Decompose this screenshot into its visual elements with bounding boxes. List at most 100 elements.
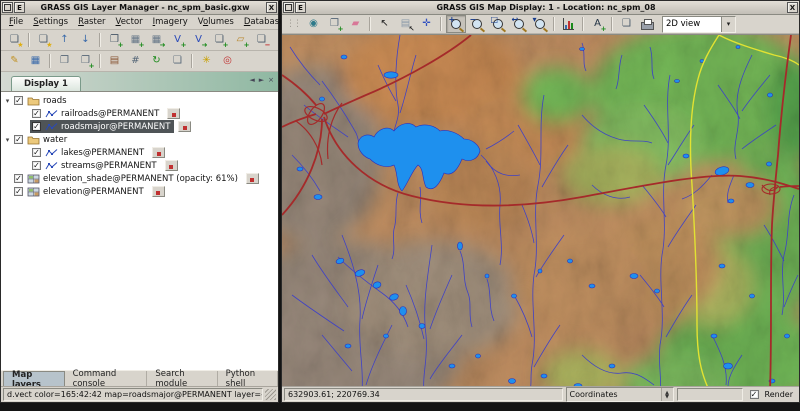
add-raster-misc-layer-icon[interactable]: ▦➜: [147, 31, 167, 49]
layer-options-button[interactable]: [152, 186, 165, 197]
render-checkbox[interactable]: ✓: [750, 390, 759, 399]
layer-options-button[interactable]: [165, 160, 178, 171]
layer-options-button[interactable]: [152, 147, 165, 158]
add-group-icon[interactable]: ▱+: [231, 31, 251, 49]
layer-checkbox[interactable]: ✓: [14, 187, 23, 196]
toolbar-grip-icon[interactable]: ⋮⋮: [286, 19, 300, 29]
zoom-selection-icon[interactable]: □: [488, 15, 508, 33]
layer-checkbox[interactable]: ✓: [32, 109, 41, 118]
cartographic-composer-icon[interactable]: ❏: [168, 52, 188, 70]
layer-options-button[interactable]: [178, 121, 191, 132]
import-vector-icon[interactable]: ❐+: [76, 52, 96, 70]
layer-checkbox[interactable]: ✓: [14, 174, 23, 183]
tree-row-content[interactable]: ✓roads: [12, 94, 71, 107]
analyze-icon[interactable]: [559, 15, 579, 33]
print-display-icon[interactable]: [638, 15, 658, 33]
edit-vector-icon[interactable]: ✎: [5, 52, 25, 70]
zoom-out-icon[interactable]: −: [467, 15, 487, 33]
zoom-options-icon[interactable]: ▾: [530, 15, 550, 33]
view-mode-dropdown[interactable]: 2D view▾: [662, 16, 736, 33]
tree-group-row[interactable]: ▾✓roads: [1, 94, 278, 107]
load-workspace-icon[interactable]: ↑: [55, 31, 75, 49]
zoom-in-icon[interactable]: +: [446, 15, 466, 33]
help-icon[interactable]: ◎: [218, 52, 238, 70]
add-raster-layer-icon[interactable]: ▦+: [126, 31, 146, 49]
tree-layer-row[interactable]: ✓streams@PERMANENT: [1, 159, 278, 172]
tab-display-1[interactable]: Display 1: [11, 76, 81, 91]
menu-file[interactable]: File: [4, 16, 28, 28]
icon-badge: +: [118, 42, 124, 49]
menu-vector[interactable]: Vector: [111, 16, 148, 28]
tab-search-module[interactable]: Search module: [147, 371, 217, 386]
add-command-layer-icon[interactable]: ❏+: [210, 31, 230, 49]
georectify-icon[interactable]: #: [126, 52, 146, 70]
tab-command-console[interactable]: Command console: [65, 371, 148, 386]
layer-checkbox[interactable]: ✓: [32, 122, 41, 131]
pan-icon[interactable]: ✛: [417, 15, 437, 33]
tree-row-content[interactable]: ✓streams@PERMANENT: [30, 159, 161, 172]
tree-row-content[interactable]: ✓water: [12, 133, 71, 146]
open-workspace-icon[interactable]: ❏★: [34, 31, 54, 49]
remove-layer-icon[interactable]: ❏−: [252, 31, 272, 49]
layer-options-button[interactable]: [167, 108, 180, 119]
render-toggle[interactable]: ✓ Render: [746, 390, 797, 399]
menu-settings[interactable]: Settings: [28, 16, 73, 28]
attribute-table-icon[interactable]: ▦: [26, 52, 46, 70]
tree-layer-row[interactable]: ✓roadsmajor@PERMANENT: [1, 120, 278, 133]
new-workspace-icon[interactable]: ❏★: [5, 31, 25, 49]
tree-layer-row[interactable]: ✓elevation@PERMANENT: [1, 185, 278, 198]
query-icon[interactable]: ▤↖: [396, 15, 416, 33]
tree-row-content[interactable]: ✓roadsmajor@PERMANENT: [30, 120, 174, 133]
render-map-icon[interactable]: ❐+: [325, 15, 345, 33]
menu-raster[interactable]: Raster: [73, 16, 110, 28]
pointer-icon[interactable]: ↖: [375, 15, 395, 33]
menu-imagery[interactable]: Imagery: [148, 16, 193, 28]
erase-display-icon[interactable]: ▰: [346, 15, 366, 33]
menu-volumes[interactable]: Volumes: [193, 16, 239, 28]
tab-scroll-left-icon[interactable]: ◄: [249, 76, 254, 84]
tab-map-layers[interactable]: Map layers: [3, 371, 65, 386]
zoom-back-icon[interactable]: ↩: [509, 15, 529, 33]
save-display-icon[interactable]: ❏: [617, 15, 637, 33]
tree-row-content[interactable]: ✓elevation@PERMANENT: [12, 185, 148, 198]
tree-row-content[interactable]: ✓lakes@PERMANENT: [30, 146, 148, 159]
display-map-icon[interactable]: ◉: [304, 15, 324, 33]
spinner-icon[interactable]: ▲▼: [661, 388, 673, 401]
tree-layer-row[interactable]: ✓lakes@PERMANENT: [1, 146, 278, 159]
expander-icon[interactable]: ▾: [3, 97, 12, 105]
close-icon[interactable]: X: [266, 2, 277, 13]
tree-layer-row[interactable]: ✓elevation_shade@PERMANENT (opacity: 61%…: [1, 172, 278, 185]
wm-menu-icon[interactable]: [2, 2, 13, 13]
layer-checkbox[interactable]: ✓: [32, 161, 41, 170]
tab-close-icon[interactable]: ×: [268, 76, 274, 84]
layer-checkbox[interactable]: ✓: [14, 135, 23, 144]
map-canvas[interactable]: [282, 35, 799, 386]
tree-layer-row[interactable]: ✓railroads@PERMANENT: [1, 107, 278, 120]
tab-python-shell[interactable]: Python shell: [218, 371, 278, 386]
map-display-titlebar[interactable]: E GRASS GIS Map Display: 1 - Location: n…: [282, 1, 799, 15]
add-vector-misc-layer-icon[interactable]: V➜: [189, 31, 209, 49]
tab-scroll-right-icon[interactable]: ►: [259, 76, 264, 84]
tree-row-content[interactable]: ✓railroads@PERMANENT: [30, 107, 163, 120]
save-workspace-icon[interactable]: ↓: [76, 31, 96, 49]
graphical-modeler-icon[interactable]: ↻: [147, 52, 167, 70]
dropdown-arrow-icon[interactable]: ▾: [721, 17, 735, 32]
layer-options-button[interactable]: [246, 173, 259, 184]
resize-grip[interactable]: [265, 389, 276, 400]
layer-checkbox[interactable]: ✓: [32, 148, 41, 157]
statusbar-mode-select[interactable]: Coordinates ▲▼: [566, 387, 674, 402]
add-multiple-layers-icon[interactable]: ❐+: [105, 31, 125, 49]
add-map-elements-icon[interactable]: A+: [588, 15, 608, 33]
add-vector-layer-icon[interactable]: V+: [168, 31, 188, 49]
wm-menu-icon[interactable]: [283, 2, 294, 13]
tree-group-row[interactable]: ▾✓water: [1, 133, 278, 146]
layer-tree: ▾✓roads✓railroads@PERMANENT✓roadsmajor@P…: [1, 92, 278, 370]
layer-manager-titlebar[interactable]: E GRASS GIS Layer Manager - nc_spm_basic…: [1, 1, 278, 15]
expander-icon[interactable]: ▾: [3, 136, 12, 144]
tree-row-content[interactable]: ✓elevation_shade@PERMANENT (opacity: 61%…: [12, 172, 242, 185]
layer-checkbox[interactable]: ✓: [14, 96, 23, 105]
raster-calculator-icon[interactable]: ▤: [105, 52, 125, 70]
settings-gear-icon[interactable]: ✳: [197, 52, 217, 70]
close-icon[interactable]: X: [787, 2, 798, 13]
import-raster-icon[interactable]: ❐: [55, 52, 75, 70]
